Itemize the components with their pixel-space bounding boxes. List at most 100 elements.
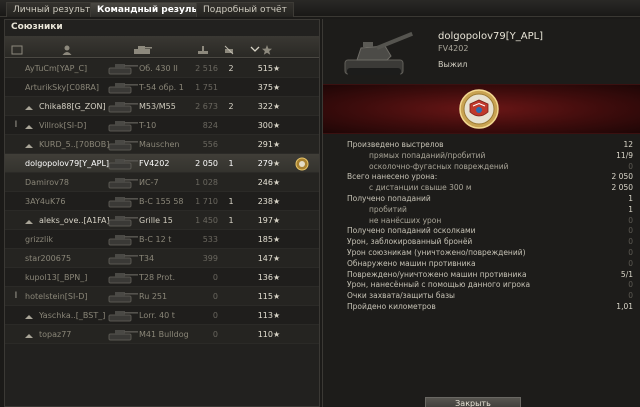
- stat-label: пробитий: [369, 204, 407, 214]
- stat-label: Урон, заблокированный бронёй: [347, 237, 473, 247]
- stat-row: Получено попаданий 1: [347, 194, 633, 205]
- star-icon: ★: [273, 102, 281, 111]
- star-icon: ★: [273, 273, 281, 282]
- vehicle-icon: [105, 61, 139, 76]
- platoon-icon[interactable]: [11, 41, 23, 55]
- vehicle-status: Выжил: [438, 60, 468, 69]
- player-name[interactable]: dolgopolov79[Y_APL]: [25, 154, 117, 173]
- stat-row: Очки захвата/защиты базы 0: [347, 291, 633, 302]
- team-title: Союзники: [11, 22, 63, 32]
- player-name[interactable]: hotelstein[SI-D]: [25, 287, 117, 306]
- stat-value: 0: [628, 237, 633, 247]
- stat-value: 0: [628, 226, 633, 236]
- stat-row: Обнаружено машин противника 0: [347, 259, 633, 270]
- frags-icon[interactable]: [223, 41, 235, 55]
- medal-icon[interactable]: [295, 157, 309, 171]
- table-row[interactable]: topaz77 M41 Bulldog 0 110 ★: [5, 325, 319, 344]
- player-name[interactable]: kupol13[_BPN_]: [25, 268, 117, 287]
- xp-value: 238: [257, 197, 273, 206]
- table-row[interactable]: Ihotelstein[SI-D] Ru 251 0 115 ★: [5, 287, 319, 306]
- xp-value: 113: [257, 311, 273, 320]
- damage-value: 0: [212, 330, 218, 339]
- medal-icon[interactable]: [457, 87, 501, 131]
- star-icon: ★: [273, 311, 281, 320]
- stat-value: 0: [628, 247, 633, 257]
- player-icon[interactable]: [61, 41, 73, 55]
- vehicle-icon: [105, 194, 139, 209]
- close-button[interactable]: Закрыть: [425, 397, 521, 407]
- vehicle-name: T28 Prot.: [139, 273, 175, 282]
- player-name[interactable]: ArturikSky[C08RA]: [25, 78, 117, 97]
- damage-value: 2 050: [195, 159, 218, 168]
- damage-value: 1 028: [195, 178, 218, 187]
- table-row[interactable]: grizzlik B-C 12 t 533 185 ★: [5, 230, 319, 249]
- stat-row: Всего нанесено урона: 2 050: [347, 172, 633, 183]
- stat-value: 0: [628, 258, 633, 268]
- team-panel: Союзники AyTuCm[YAP_C] Об. 430 II 2 516 2 51…: [4, 19, 320, 407]
- vehicle-name: T-54 обр. 1: [139, 83, 184, 92]
- xp-value: 322: [257, 102, 273, 111]
- vehicle-name: FV4202: [139, 159, 170, 168]
- table-row[interactable]: KURD_5..[70BOB] Mauschen 556 291 ★: [5, 135, 319, 154]
- sort-chevron-icon[interactable]: [249, 41, 261, 53]
- vehicle-icon: [105, 327, 139, 342]
- vehicle-name: Ru 251: [139, 292, 168, 301]
- player-name[interactable]: star200675: [25, 249, 117, 268]
- table-row[interactable]: AyTuCm[YAP_C] Об. 430 II 2 516 2 515 ★: [5, 59, 319, 78]
- table-row[interactable]: ArturikSky[C08RA] T-54 обр. 1 1 751 375 ★: [5, 78, 319, 97]
- stat-row: осколочно-фугасных повреждений 0: [347, 162, 633, 173]
- stat-label: Обнаружено машин противника: [347, 258, 476, 268]
- star-icon: ★: [273, 64, 281, 73]
- player-name[interactable]: Damirov78: [25, 173, 117, 192]
- stat-row: пробитий 1: [347, 205, 633, 216]
- xp-value: 300: [257, 121, 273, 130]
- damage-value: 533: [202, 235, 218, 244]
- star-icon: ★: [273, 83, 281, 92]
- platoon-badge: I: [14, 120, 18, 130]
- vehicle-name: M53/M55: [139, 102, 176, 111]
- table-row[interactable]: Chika88[G_ZON] M53/M55 2 673 2 322 ★: [5, 97, 319, 116]
- xp-star-icon[interactable]: [261, 41, 273, 55]
- vehicle-name: FV4202: [438, 44, 469, 53]
- stat-row: Произведено выстрелов 12: [347, 140, 633, 151]
- vehicle-icon[interactable]: [131, 41, 153, 54]
- stat-row: Урон союзникам (уничтожено/повреждений) 0: [347, 248, 633, 259]
- damage-value: 0: [212, 273, 218, 282]
- vehicle-name: ИС-7: [139, 178, 159, 187]
- table-row[interactable]: Yaschka..[_BST_] Lorr. 40 t 0 113 ★: [5, 306, 319, 325]
- stat-value: 2 050: [611, 183, 633, 193]
- table-row[interactable]: Damirov78 ИС-7 1 028 246 ★: [5, 173, 319, 192]
- damage-icon[interactable]: [197, 41, 209, 54]
- table-row[interactable]: aleks_ove..[A1FA] Grille 15 1 450 1 197 ★: [5, 211, 319, 230]
- table-row[interactable]: dolgopolov79[Y_APL] FV4202 2 050 1 279 ★: [5, 154, 319, 173]
- player-details-panel: dolgopolov79[Y_APL] FV4202 Выжил Произве…: [322, 19, 640, 407]
- xp-value: 136: [257, 273, 273, 282]
- vehicle-icon: [105, 213, 139, 228]
- damage-value: 556: [202, 140, 218, 149]
- damage-value: 2 673: [195, 102, 218, 111]
- player-name[interactable]: AyTuCm[YAP_C]: [25, 59, 117, 78]
- stat-label: не нанёсших урон: [369, 215, 442, 225]
- player-name[interactable]: 3AY4uK76: [25, 192, 117, 211]
- table-row[interactable]: 3AY4uK76 B-C 155 58 1 710 1 238 ★: [5, 192, 319, 211]
- team-list: AyTuCm[YAP_C] Об. 430 II 2 516 2 515 ★ Arturik…: [5, 59, 319, 344]
- table-row[interactable]: kupol13[_BPN_] T28 Prot. 0 136 ★: [5, 268, 319, 287]
- stat-label: Получено попаданий осколками: [347, 226, 476, 236]
- table-row[interactable]: star200675 T34 399 147 ★: [5, 249, 319, 268]
- xp-value: 115: [257, 292, 273, 301]
- damage-value: 824: [202, 121, 218, 130]
- player-name[interactable]: grizzlik: [25, 230, 117, 249]
- stat-value: 12: [623, 140, 633, 149]
- tab-detailed-report[interactable]: Подробный отчёт: [196, 2, 294, 17]
- stat-label: осколочно-фугасных повреждений: [369, 161, 509, 171]
- clan-emblem-icon: [25, 102, 33, 110]
- stat-row: Получено попаданий осколками 0: [347, 226, 633, 237]
- stat-value: 1,01: [616, 301, 633, 311]
- stat-label: с дистанции свыше 300 м: [369, 183, 472, 193]
- table-row[interactable]: I Villrok[SI-D] T-10 824 300 ★: [5, 116, 319, 135]
- damage-value: 2 516: [195, 64, 218, 73]
- star-icon: ★: [273, 140, 281, 149]
- stat-value: 2 050: [611, 172, 633, 182]
- xp-value: 246: [257, 178, 273, 187]
- vehicle-name: B-C 12 t: [139, 235, 172, 244]
